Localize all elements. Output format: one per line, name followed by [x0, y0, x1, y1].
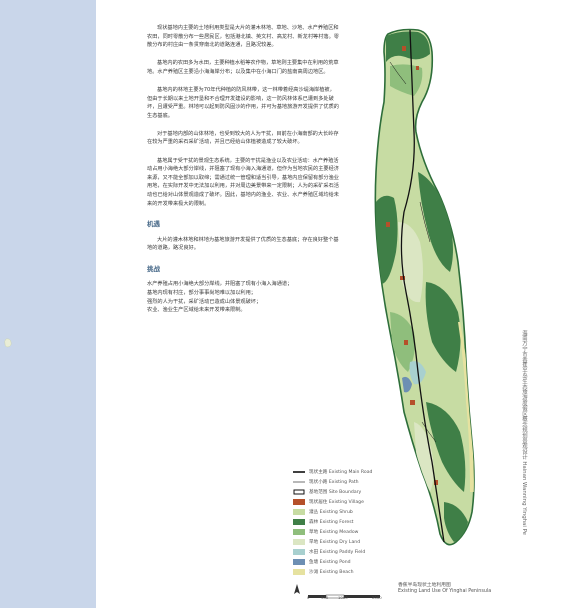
- scale-label: 0: [307, 595, 310, 600]
- scale-bar: 0 500 1000 2000: [306, 586, 386, 604]
- intro-paragraph-1: 现状基地内主要的土地利用类型是大片的灌木林地、草地、沙地、水产养殖区和农田，同时…: [147, 25, 339, 49]
- pond-swatch: [293, 559, 305, 565]
- legend-paddy: 水田 Existing Paddy Field: [293, 547, 413, 557]
- legend-label: 现状小路 Existing Path: [309, 480, 359, 485]
- legend-label: 水田 Existing Paddy Field: [309, 550, 366, 555]
- paddy-swatch: [293, 549, 305, 555]
- north-arrow-icon: [294, 584, 300, 594]
- legend-beach: 沙滩 Existing Beach: [293, 567, 413, 577]
- intro-paragraph-3: 基地内的林地主要为70年代种植的防风林带，这一林带着经高沙堤海岸植被，但由于长期…: [147, 86, 339, 119]
- village-patch: [402, 46, 406, 51]
- legend-label: 现状居住 Existing Village: [309, 500, 364, 505]
- map-title: 香蕉半岛现状土地利用图 Existing Land Use Of Yinghai…: [398, 583, 491, 595]
- side-title-cn: 海南万宁市香蕉半岛生态旅游度假区概念规划景观设计: [521, 330, 527, 460]
- legend-label: 森林 Existing Forest: [309, 520, 354, 525]
- opportunity-text: 大片的灌木林地和林地为基地旅游开发提供了优质的生态基底；存在良好整个基地的道路，…: [147, 236, 339, 252]
- map-title-en: Existing Land Use Of Yinghai Peninsula: [398, 589, 492, 594]
- legend-village: 现状居住 Existing Village: [293, 497, 413, 507]
- village-patch: [410, 400, 415, 405]
- legend-label: 鱼塘 Existing Pond: [309, 560, 351, 565]
- village-patch: [416, 66, 419, 70]
- legend-pond: 鱼塘 Existing Pond: [293, 557, 413, 567]
- intro-paragraph-4: 对于基地内部的山体林地，也受到较大的人为干扰，目前在小海南部的大长岭存在较为严重…: [147, 130, 339, 146]
- scale-label: 500: [321, 595, 329, 600]
- main-road-symbol: [293, 471, 305, 473]
- scale-label: 1000: [338, 595, 348, 600]
- intro-paragraph-2: 基地内的农田多为水田，主要种植水稻等农作物，草地则主要集中在利用的荒草地。水产养…: [147, 60, 339, 75]
- legend-label: 草地 Existing Meadow: [309, 530, 359, 535]
- islet-shape: [4, 338, 12, 348]
- forest-swatch: [293, 519, 305, 525]
- side-title-en: Hainan Wanning Yinghai Pe: [521, 461, 527, 535]
- description-text: 现状基地内主要的土地利用类型是大片的灌木林地、草地、沙地、水产养殖区和农田，同时…: [147, 24, 339, 315]
- legend-label: 灌丛 Existing Shrub: [309, 510, 353, 515]
- left-decorative-band: [0, 0, 96, 608]
- opportunity-heading: 机遇: [147, 220, 160, 229]
- legend-shrub: 灌丛 Existing Shrub: [293, 507, 413, 517]
- challenge-line-2: 基地内现有村庄，部分事事尚地难以加以利用；: [147, 290, 256, 297]
- challenge-list: 水产养殖占用小海绝大部分岸线，并阻塞了现有小海入海通道； 基地内现有村庄，部分事…: [147, 280, 339, 314]
- boundary-symbol: [293, 489, 305, 495]
- legend-dry-land: 旱地 Existing Dry Land: [293, 537, 413, 547]
- challenge-heading: 挑战: [147, 264, 160, 273]
- legend-forest: 森林 Existing Forest: [293, 517, 413, 527]
- scale-label: 2000: [372, 595, 382, 600]
- challenge-line-1: 水产养殖占用小海绝大部分岸线，并阻塞了现有小海入海通道；: [147, 281, 293, 288]
- dry-land-swatch: [293, 539, 305, 545]
- legend-meadow: 草地 Existing Meadow: [293, 527, 413, 537]
- shrub-swatch: [293, 509, 305, 515]
- challenge-line-4: 农业、渔业生产区域给未来开发带来限制。: [147, 307, 246, 314]
- path-symbol: [293, 481, 305, 483]
- village-patch: [386, 222, 390, 227]
- village-patch: [404, 340, 408, 345]
- meadow-swatch: [293, 529, 305, 535]
- side-vertical-title: 海南万宁市香蕉半岛生态旅游度假区概念规划景观设计 Hainan Wanning …: [516, 330, 530, 580]
- intro-paragraph-5: 基地属于受干扰的景观生态系统，主要的干扰是渔业以及农业活动：水产养殖活动占用小海…: [147, 157, 339, 207]
- legend-label: 旱地 Existing Dry Land: [309, 540, 361, 545]
- map-legend: 现状主路 Existing Main Road 现状小路 Existing Pa…: [293, 467, 413, 577]
- legend-label: 基地范围 Site Boundary: [309, 490, 362, 495]
- challenge-line-3: 强烈的人为干扰，采矿活动已造成山体景观破坏；: [147, 298, 262, 305]
- legend-path: 现状小路 Existing Path: [293, 477, 413, 487]
- village-swatch: [293, 499, 305, 505]
- legend-label: 沙滩 Existing Beach: [309, 570, 354, 575]
- legend-main-road: 现状主路 Existing Main Road: [293, 467, 413, 477]
- legend-boundary: 基地范围 Site Boundary: [293, 487, 413, 497]
- legend-label: 现状主路 Existing Main Road: [309, 470, 373, 475]
- beach-swatch: [293, 569, 305, 575]
